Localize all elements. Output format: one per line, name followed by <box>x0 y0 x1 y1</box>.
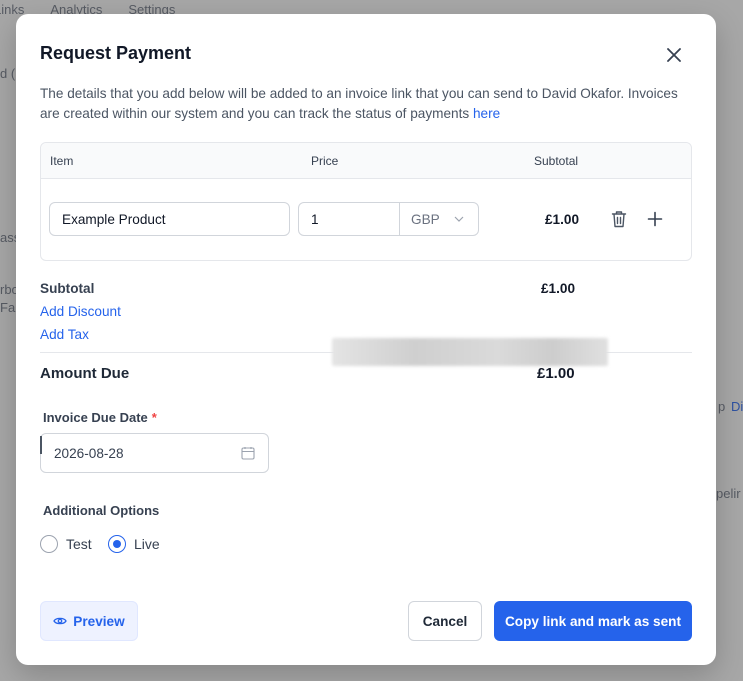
trash-icon[interactable] <box>608 208 630 230</box>
add-tax-link[interactable]: Add Tax <box>40 327 89 342</box>
radio-test-label: Test <box>66 536 92 552</box>
invoice-items-table: Item Price Subtotal GBP £1.00 <box>40 142 692 261</box>
currency-select[interactable]: GBP <box>399 202 479 236</box>
radio-test-circle[interactable] <box>40 535 58 553</box>
due-date-value: 2026-08-28 <box>54 445 124 461</box>
subtotal-label: Subtotal <box>40 281 95 296</box>
preview-button[interactable]: Preview <box>40 601 138 641</box>
price-input[interactable] <box>311 211 391 227</box>
chevron-down-icon <box>454 216 464 222</box>
amount-due-value: £1.00 <box>537 365 575 382</box>
required-mark: * <box>151 410 157 425</box>
due-date-input[interactable]: 2026-08-28 <box>40 433 269 473</box>
request-payment-modal: Request Payment The details that you add… <box>16 14 716 665</box>
subtotal-value: £1.00 <box>541 281 576 296</box>
eye-icon <box>53 617 68 625</box>
header-subtotal: Subtotal <box>534 154 579 168</box>
header-item: Item <box>50 154 74 168</box>
cancel-label: Cancel <box>422 613 468 629</box>
cancel-button[interactable]: Cancel <box>408 601 482 641</box>
plus-icon[interactable] <box>644 208 666 230</box>
calendar-icon <box>241 447 255 460</box>
copy-link-mark-sent-button[interactable]: Copy link and mark as sent <box>494 601 692 641</box>
add-discount-link[interactable]: Add Discount <box>40 304 121 319</box>
modal-description: The details that you add below will be a… <box>40 84 680 124</box>
currency-value: GBP <box>411 211 440 227</box>
radio-test[interactable]: Test <box>40 535 92 553</box>
table-header: Item Price Subtotal <box>41 143 691 179</box>
text-cursor <box>40 436 42 454</box>
radio-live[interactable]: Live <box>108 535 160 553</box>
primary-button-label: Copy link and mark as sent <box>504 613 682 629</box>
row-subtotal: £1.00 <box>545 212 580 227</box>
radio-live-circle[interactable] <box>108 535 126 553</box>
close-icon[interactable] <box>664 45 684 65</box>
item-name-value[interactable] <box>62 211 289 227</box>
due-date-label-text: Invoice Due Date <box>43 410 148 425</box>
price-input-group: GBP <box>298 202 479 236</box>
payments-status-link[interactable]: here <box>473 106 500 121</box>
header-price: Price <box>311 154 339 168</box>
amount-due-label: Amount Due <box>40 365 130 382</box>
additional-options-label: Additional Options <box>43 503 160 518</box>
due-date-label: Invoice Due Date * <box>43 410 157 425</box>
modal-title: Request Payment <box>40 43 192 63</box>
description-text: The details that you add below will be a… <box>40 86 678 121</box>
item-name-input[interactable] <box>49 202 290 236</box>
radio-live-label: Live <box>134 536 160 552</box>
redacted-region <box>332 338 608 366</box>
preview-label: Preview <box>73 613 125 629</box>
